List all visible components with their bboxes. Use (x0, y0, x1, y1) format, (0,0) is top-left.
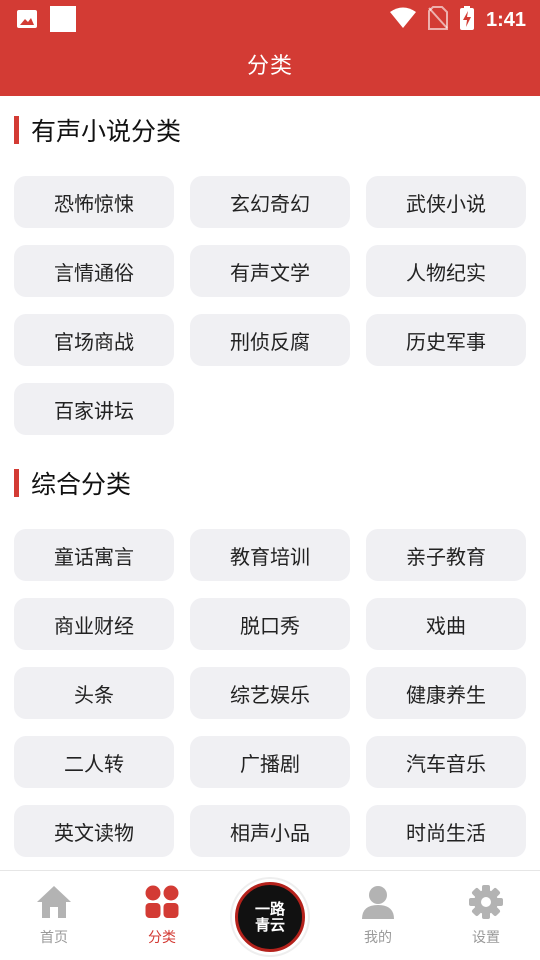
category-chip[interactable]: 官场商战 (14, 314, 174, 366)
category-chip[interactable]: 武侠小说 (366, 176, 526, 228)
section-accent-bar (14, 116, 19, 144)
category-chip[interactable]: 二人转 (14, 736, 174, 788)
wifi-icon (389, 7, 416, 33)
user-icon (360, 885, 396, 923)
category-chip[interactable]: 时尚生活 (366, 805, 526, 857)
nav-item-category[interactable]: 分类 (122, 885, 202, 947)
home-icon (36, 885, 72, 923)
category-grid: 恐怖惊悚 玄幻奇幻 武侠小说 言情通俗 有声文学 人物纪实 官场商战 刑侦反腐 … (14, 176, 527, 435)
category-chip[interactable]: 教育培训 (190, 529, 350, 581)
category-chip[interactable]: 相声小品 (190, 805, 350, 857)
battery-charging-icon (459, 6, 474, 34)
nav-item-mine[interactable]: 我的 (338, 885, 418, 947)
category-chip[interactable]: 童话寓言 (14, 529, 174, 581)
nav-item-home[interactable]: 首页 (14, 885, 94, 947)
category-chip[interactable]: 综艺娱乐 (190, 667, 350, 719)
category-chip[interactable]: 恐怖惊悚 (14, 176, 174, 228)
section-header: 综合分类 (14, 466, 131, 500)
nav-label: 首页 (40, 930, 68, 946)
category-chip[interactable]: 汽车音乐 (366, 736, 526, 788)
category-chip[interactable]: 历史军事 (366, 314, 526, 366)
app-bar: 分类 (0, 38, 540, 96)
section-title: 综合分类 (31, 470, 132, 499)
category-chip[interactable]: 百家讲坛 (14, 383, 174, 435)
category-chip[interactable]: 刑侦反腐 (190, 314, 350, 366)
section-accent-bar (14, 469, 19, 497)
category-chip[interactable]: 广播剧 (190, 736, 350, 788)
nav-item-settings[interactable]: 设置 (446, 885, 526, 947)
nav-label: 分类 (148, 930, 176, 946)
category-chip[interactable]: 英文读物 (14, 805, 174, 857)
category-chip[interactable]: 言情通俗 (14, 245, 174, 297)
section-header: 有声小说分类 (14, 113, 181, 147)
status-time: 1:41 (485, 9, 526, 31)
category-chip[interactable]: 玄幻奇幻 (190, 176, 350, 228)
no-sim-icon (427, 6, 448, 34)
category-grid: 童话寓言 教育培训 亲子教育 商业财经 脱口秀 戏曲 头条 综艺娱乐 健康养生 … (14, 529, 527, 857)
page-title: 分类 (246, 54, 293, 79)
nav-label: 设置 (472, 930, 500, 946)
section-title: 有声小说分类 (31, 117, 182, 146)
status-bar: 1:41 (0, 0, 540, 38)
category-chip[interactable]: 商业财经 (14, 598, 174, 650)
category-chip[interactable]: 亲子教育 (366, 529, 526, 581)
settings-icon (468, 885, 504, 923)
category-chip[interactable]: 有声文学 (190, 245, 350, 297)
category-chip[interactable]: 头条 (14, 667, 174, 719)
category-icon (144, 885, 180, 923)
category-chip[interactable]: 人物纪实 (366, 245, 526, 297)
category-chip[interactable]: 健康养生 (366, 667, 526, 719)
album-cover-text: 一路青云 (254, 900, 285, 934)
category-chip[interactable]: 脱口秀 (190, 598, 350, 650)
now-playing-button[interactable]: 一路青云 (232, 879, 308, 955)
nav-label: 我的 (364, 930, 392, 946)
category-content[interactable]: 有声小说分类 恐怖惊悚 玄幻奇幻 武侠小说 言情通俗 有声文学 人物纪实 官场商… (0, 96, 540, 870)
square-notification-icon (50, 6, 76, 36)
album-cover-disc: 一路青云 (235, 882, 305, 952)
category-chip[interactable]: 戏曲 (366, 598, 526, 650)
image-notification-icon (16, 8, 38, 34)
bottom-nav: 首页 分类 一路青云 我的 设置 (0, 870, 540, 960)
